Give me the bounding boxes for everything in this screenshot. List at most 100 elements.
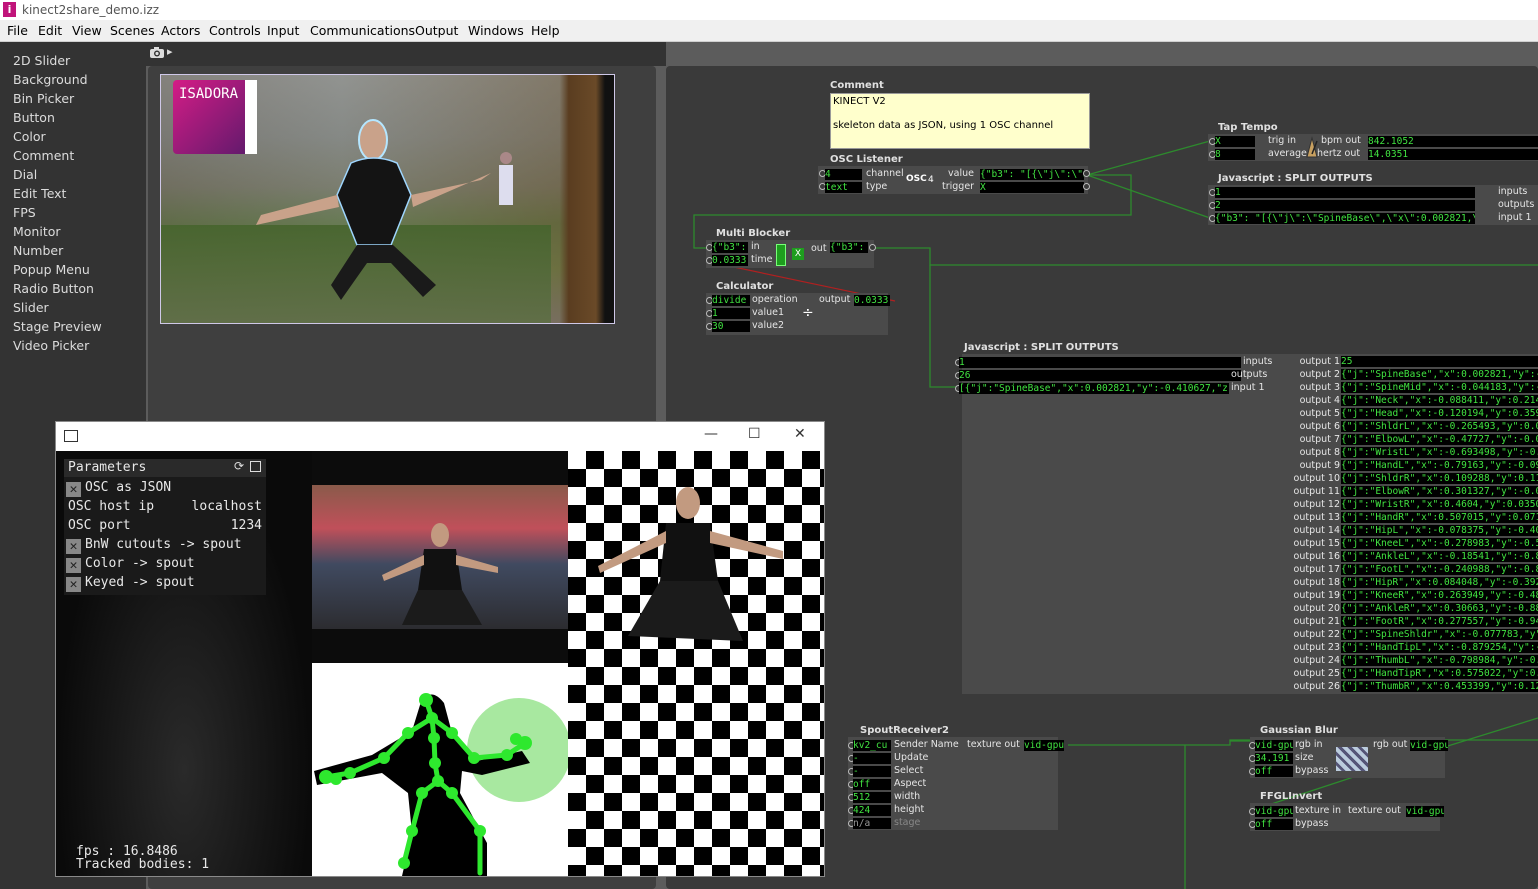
control-item[interactable]: FPS: [13, 205, 36, 220]
blocker-out-label: out: [811, 243, 827, 254]
control-item[interactable]: Comment: [13, 148, 74, 163]
js2-outputs-label: outputs: [1231, 369, 1268, 380]
spout-field[interactable]: 424: [853, 805, 891, 816]
menu-actors[interactable]: Actors: [161, 23, 200, 38]
blur-field[interactable]: vid-gpu: [1255, 740, 1293, 751]
js2-node[interactable]: 1 inputs 26 outputs [{"j":"SpineBase","x…: [955, 354, 1538, 694]
menu-view[interactable]: View: [72, 23, 102, 38]
control-item[interactable]: Dial: [13, 167, 37, 182]
output-label: output 14: [1293, 525, 1340, 536]
control-item[interactable]: Popup Menu: [13, 262, 90, 277]
menu-input[interactable]: Input: [267, 23, 299, 38]
checkbox-icon[interactable]: ✕: [66, 539, 81, 554]
calc-output-field: 0.0333: [854, 295, 890, 306]
blur-field[interactable]: off: [1255, 766, 1293, 777]
spout-field[interactable]: -: [853, 766, 891, 777]
menu-scenes[interactable]: Scenes: [110, 23, 155, 38]
param-value[interactable]: localhost: [192, 499, 262, 514]
spout-field[interactable]: off: [853, 779, 891, 790]
minimize-icon[interactable]: —: [704, 426, 718, 442]
control-item[interactable]: Slider: [13, 300, 49, 315]
checkbox-icon[interactable]: ✕: [66, 482, 81, 497]
output-value: {"j":"FootL","x":-0.240988,"y":-0.821: [1341, 564, 1538, 575]
kinect-window-titlebar[interactable]: — ☐ ✕: [56, 422, 824, 451]
blur-label: bypass: [1295, 765, 1329, 776]
menu-windows[interactable]: Windows: [468, 23, 524, 38]
calc-operation-field[interactable]: divide: [712, 295, 750, 306]
tap-tempo-node[interactable]: X trig in 8 average bpm out 842.1052 her…: [1208, 134, 1538, 161]
camera-icon[interactable]: [149, 46, 165, 59]
js2-outputs-field[interactable]: 26: [959, 370, 1241, 381]
blocker-time-field[interactable]: 0.0333: [712, 255, 748, 266]
menu-communications[interactable]: Communications: [310, 23, 415, 38]
menu-controls[interactable]: Controls: [209, 23, 261, 38]
stage-preview[interactable]: ISADORA: [160, 74, 615, 324]
ffgl-node[interactable]: vid-gpu texture in off bypass texture ou…: [1249, 803, 1444, 831]
control-item[interactable]: Edit Text: [13, 186, 66, 201]
js1-inputs-field[interactable]: 1: [1215, 187, 1475, 198]
checkbox-icon[interactable]: ✕: [66, 558, 81, 573]
close-icon[interactable]: ✕: [794, 426, 806, 442]
type-field[interactable]: text: [825, 182, 862, 193]
refresh-icon[interactable]: ⟳: [234, 459, 244, 473]
calc-value1-field[interactable]: 1: [712, 308, 750, 319]
channel-field[interactable]: 4: [825, 169, 862, 180]
param-osc-host[interactable]: OSC host ip localhost: [68, 499, 264, 514]
ffgl-field[interactable]: vid-gpu: [1255, 806, 1293, 817]
param-label: BnW cutouts -> spout: [85, 537, 242, 552]
output-port[interactable]: [869, 244, 876, 251]
comment-box[interactable]: KINECT V2 skeleton data as JSON, using 1…: [830, 93, 1090, 149]
save-icon[interactable]: [250, 461, 261, 472]
output-port[interactable]: [1083, 183, 1090, 190]
control-item[interactable]: 2D Slider: [13, 53, 70, 68]
control-item[interactable]: Bin Picker: [13, 91, 74, 106]
ffgl-field[interactable]: off: [1255, 819, 1293, 830]
blur-field[interactable]: 34.191: [1255, 753, 1293, 764]
kinect-window[interactable]: — ☐ ✕ Parameters ⟳ ✕ OSC as JSON OSC hos…: [55, 421, 825, 877]
js2-inputs-field[interactable]: 1: [959, 357, 1241, 368]
js1-input1-field[interactable]: {"b3": "[{\"j\":\"SpineBase\",\"x\":0.00…: [1215, 213, 1475, 224]
calc-value2-field[interactable]: 30: [712, 321, 750, 332]
menu-output[interactable]: Output: [415, 23, 458, 38]
param-keyed-spout[interactable]: ✕ Keyed -> spout: [66, 575, 195, 592]
menu-help[interactable]: Help: [531, 23, 560, 38]
menu-file[interactable]: File: [7, 23, 28, 38]
spout-node[interactable]: kv2_cu Sender Name - Update - Select off…: [848, 737, 1064, 830]
menu-edit[interactable]: Edit: [38, 23, 62, 38]
output-label: output 8: [1299, 447, 1340, 458]
output-label: output 2: [1299, 369, 1340, 380]
trig-in-field[interactable]: X: [1215, 136, 1255, 147]
control-item[interactable]: Background: [13, 72, 88, 87]
control-item[interactable]: Radio Button: [13, 281, 94, 296]
js2-title: Javascript : SPLIT OUTPUTS: [964, 342, 1119, 353]
checkbox-icon[interactable]: ✕: [66, 577, 81, 592]
spout-field[interactable]: -: [853, 753, 891, 764]
js1-outputs-field[interactable]: 2: [1215, 200, 1475, 211]
average-field[interactable]: 8: [1215, 149, 1255, 160]
calculator-node[interactable]: divide operation 1 value1 30 value2 ÷ ou…: [706, 293, 890, 335]
param-value[interactable]: 1234: [231, 518, 262, 533]
param-color-spout[interactable]: ✕ Color -> spout: [66, 556, 195, 573]
param-bnw-cutouts[interactable]: ✕ BnW cutouts -> spout: [66, 537, 242, 554]
js2-input1-field[interactable]: [{"j":"SpineBase","x":0.002821,"y":-0.41…: [959, 383, 1229, 394]
control-item[interactable]: Stage Preview: [13, 319, 102, 334]
spout-field[interactable]: n/a: [853, 818, 891, 829]
spout-field[interactable]: kv2_cu: [853, 740, 891, 751]
control-item[interactable]: Number: [13, 243, 63, 258]
spout-field[interactable]: 512: [853, 792, 891, 803]
param-osc-port[interactable]: OSC port 1234: [68, 518, 264, 533]
blocker-in-field[interactable]: {"b3":: [712, 242, 748, 253]
gaussian-node[interactable]: vid-gpu rgb in 34.191 size off bypass rg…: [1249, 737, 1448, 778]
osc-listener-node[interactable]: 4 channel text type OSC 4 value {"b3": "…: [818, 166, 1090, 194]
control-item[interactable]: Monitor: [13, 224, 61, 239]
output-port[interactable]: [1083, 170, 1090, 177]
multi-blocker-node[interactable]: {"b3": in 0.0333 time X out {"b3":: [706, 240, 876, 268]
spout-label: stage: [894, 817, 921, 828]
control-item[interactable]: Video Picker: [13, 338, 89, 353]
maximize-icon[interactable]: ☐: [748, 426, 761, 442]
camera-menu-arrow-icon[interactable]: ▸: [167, 45, 173, 58]
control-item[interactable]: Button: [13, 110, 55, 125]
js1-node[interactable]: 1 inputs 2 outputs {"b3": "[{\"j\":\"Spi…: [1208, 185, 1538, 225]
param-osc-json[interactable]: ✕ OSC as JSON: [66, 480, 171, 497]
control-item[interactable]: Color: [13, 129, 46, 144]
